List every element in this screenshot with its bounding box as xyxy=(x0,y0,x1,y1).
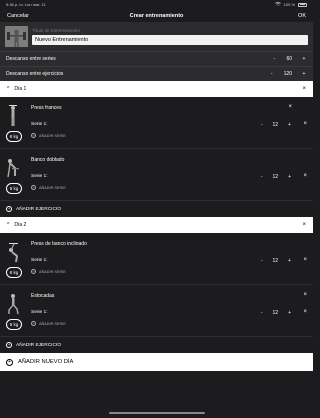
reps-stepper: - 12 + xyxy=(261,258,291,264)
weight-badge[interactable]: 8 kg xyxy=(6,319,22,330)
remove-exercise-button[interactable]: × xyxy=(288,104,292,110)
weight-badge[interactable]: 8 kg xyxy=(6,183,22,194)
reps-value: 12 xyxy=(272,310,279,316)
serie-label: Serie 1: xyxy=(31,310,48,315)
ok-button[interactable]: OK xyxy=(298,13,306,19)
plus-circle-icon: + xyxy=(31,132,36,138)
exercise-name: Banco doblado xyxy=(31,157,65,163)
plus-circle-icon: + xyxy=(6,206,12,212)
status-right: 100 % xyxy=(274,1,307,7)
day-header[interactable]: ^ Día 2 × xyxy=(0,217,313,233)
add-serie-button[interactable]: + AÑADIR SERIE xyxy=(31,269,66,274)
exercise-item: Estocadas × Serie 1: - 12 + × 8 kg + AÑA… xyxy=(0,285,313,337)
rest-label: Descanso entre ejercicios xyxy=(6,71,64,77)
plan-name-block: Título de Entrenamiento Nuevo Entrenamie… xyxy=(32,28,308,45)
weight-badge[interactable]: 8 kg xyxy=(6,267,22,278)
plus-circle-icon: + xyxy=(31,268,36,274)
battery-icon xyxy=(298,2,307,7)
reps-stepper: - 12 + xyxy=(261,310,291,316)
remove-serie-button[interactable]: × xyxy=(303,309,307,315)
exercise-figure-icon xyxy=(7,159,19,178)
chevron-up-icon[interactable]: ^ xyxy=(7,86,9,92)
plus-button[interactable]: + xyxy=(288,174,291,180)
rest-value: 120 xyxy=(283,71,292,77)
plus-button[interactable]: + xyxy=(288,122,291,128)
minus-button[interactable]: - xyxy=(261,174,263,180)
minus-button[interactable]: - xyxy=(269,71,275,77)
add-exercise-button[interactable]: + AÑADIR EJERCICIO xyxy=(0,337,313,353)
add-day-button[interactable]: + AÑADIR NUEVO DÍA xyxy=(0,353,313,371)
minus-button[interactable]: - xyxy=(261,310,263,316)
exercise-name: Estocadas xyxy=(31,293,55,299)
rest-value: 60 xyxy=(286,56,292,62)
plus-button[interactable]: + xyxy=(301,56,307,62)
plus-circle-icon: + xyxy=(31,320,36,326)
home-indicator xyxy=(108,412,205,414)
gym-image-icon xyxy=(5,26,28,47)
plus-button[interactable]: + xyxy=(288,310,291,316)
rest-stepper: - 120 + xyxy=(269,71,307,77)
reps-value: 12 xyxy=(272,122,279,128)
plus-button[interactable]: + xyxy=(301,71,307,77)
remove-serie-button[interactable]: × xyxy=(303,257,307,263)
rest-stepper: - 60 + xyxy=(271,56,307,62)
serie-label: Serie 1: xyxy=(31,122,48,127)
serie-label: Serie 1: xyxy=(31,258,48,263)
minus-button[interactable]: - xyxy=(261,122,263,128)
add-serie-button[interactable]: + AÑADIR SERIE xyxy=(31,185,66,190)
add-day-label: AÑADIR NUEVO DÍA xyxy=(18,359,74,365)
plan-name-label: Título de Entrenamiento xyxy=(32,28,81,33)
battery-percent: 100 % xyxy=(283,2,295,7)
remove-serie-button[interactable]: × xyxy=(303,173,307,179)
plan-header: Título de Entrenamiento Nuevo Entrenamie… xyxy=(0,22,313,51)
chevron-up-icon[interactable]: ^ xyxy=(7,222,9,228)
exercise-figure-icon xyxy=(8,294,19,315)
minus-button[interactable]: - xyxy=(261,258,263,264)
page-title: Crear entrenamiento xyxy=(129,12,184,19)
reps-stepper: - 12 + xyxy=(261,122,291,128)
reps-value: 12 xyxy=(272,258,279,264)
serie-label: Serie 1: xyxy=(31,174,48,179)
remove-serie-button[interactable]: × xyxy=(303,121,307,127)
add-exercise-label: AÑADIR EJERCICIO xyxy=(16,206,62,212)
status-time: 5:38 p. m. Lun mar. 11 xyxy=(6,2,46,7)
plan-name-input[interactable]: Nuevo Entrenamiento xyxy=(32,35,308,45)
remove-day-button[interactable]: × xyxy=(302,86,306,92)
exercise-name: Press de banco inclinado xyxy=(31,241,87,247)
remove-exercise-button[interactable]: × xyxy=(303,292,307,298)
status-bar: 5:38 p. m. Lun mar. 11 100 % xyxy=(0,0,313,9)
exercise-figure-icon xyxy=(9,243,19,263)
exercise-item: Banco doblado Serie 1: - 12 + × 8 kg + A… xyxy=(0,149,313,201)
exercise-item: Press de banco inclinado Serie 1: - 12 +… xyxy=(0,233,313,285)
weight-badge[interactable]: 8 kg xyxy=(6,131,22,142)
reps-value: 12 xyxy=(272,174,279,180)
day-title: Día 2 xyxy=(14,222,27,228)
exercise-figure-icon xyxy=(9,105,17,126)
day-header[interactable]: ^ Día 1 × xyxy=(0,81,313,97)
plus-circle-icon: + xyxy=(6,358,13,366)
plus-circle-icon: + xyxy=(31,184,36,190)
minus-button[interactable]: - xyxy=(271,56,277,62)
day-title: Día 1 xyxy=(14,86,27,92)
add-exercise-button[interactable]: + AÑADIR EJERCICIO xyxy=(0,201,313,217)
add-exercise-label: AÑADIR EJERCICIO xyxy=(16,342,62,348)
plan-image[interactable] xyxy=(5,26,28,47)
reps-stepper: - 12 + xyxy=(261,174,291,180)
plus-button[interactable]: + xyxy=(288,258,291,264)
cancel-button[interactable]: Cancelar xyxy=(7,13,29,19)
add-serie-button[interactable]: + AÑADIR SERIE xyxy=(31,321,66,326)
nav-bar: Cancelar Crear entrenamiento OK xyxy=(0,9,313,22)
remove-day-button[interactable]: × xyxy=(302,222,306,228)
add-serie-button[interactable]: + AÑADIR SERIE xyxy=(31,133,66,138)
plus-circle-icon: + xyxy=(6,342,12,348)
rest-between-exercises-row: Descanso entre ejercicios - 120 + xyxy=(0,66,313,81)
wifi-icon xyxy=(274,1,281,7)
exercise-name: Press frances xyxy=(31,105,62,111)
rest-between-sets-row: Descanso entre series - 60 + xyxy=(0,51,313,66)
rest-label: Descanso entre series xyxy=(6,56,56,62)
exercise-item: Press frances × Serie 1: - 12 + × 8 kg +… xyxy=(0,97,313,149)
